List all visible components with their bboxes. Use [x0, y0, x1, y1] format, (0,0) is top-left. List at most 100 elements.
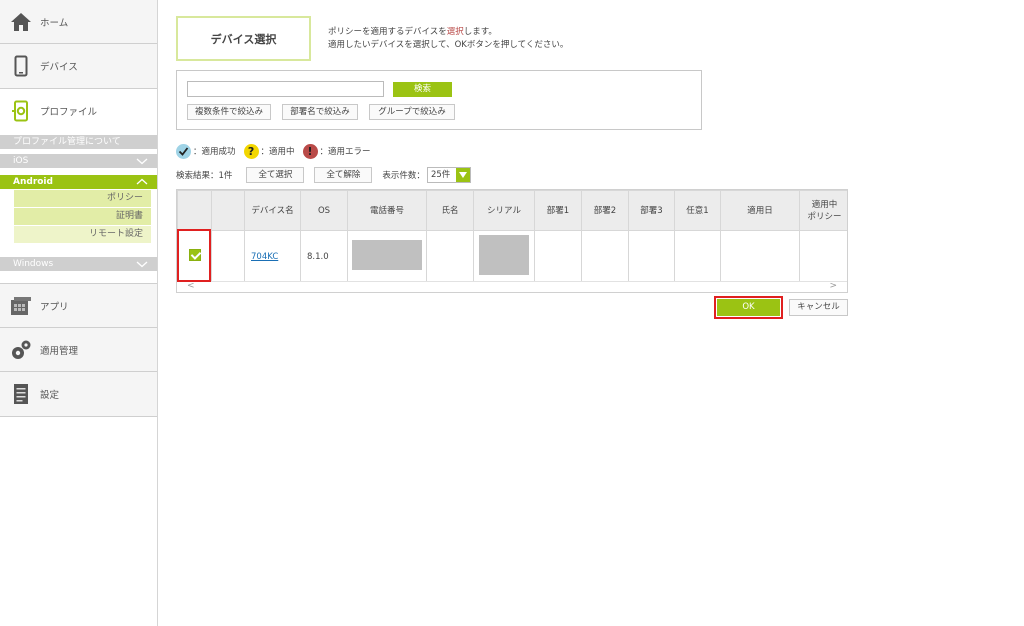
per-page-label: 表示件数： [382, 170, 425, 181]
status-legend: ：適用成功 ? ：適用中 ! ：適用エラー [176, 143, 379, 159]
sidebar-item-label: ホーム [40, 17, 69, 29]
gears-icon [10, 339, 32, 361]
sidebar-group-label: Android [13, 177, 53, 187]
chevron-down-icon [136, 158, 148, 165]
search-panel: 検索 複数条件で絞込み 部署名で絞込み グループで絞込み [176, 70, 702, 130]
table-row: 704KC 8.1.0 [177, 230, 847, 283]
os-cell: 8.1.0 [300, 230, 348, 283]
legend-label: ：適用成功 [193, 147, 236, 157]
document-list-icon [10, 383, 32, 405]
applied-policy-cell [799, 230, 847, 283]
table-header-row: デバイス名 OS 電話番号 氏名 シリアル 部署1 部署2 部署3 任意1 適用… [177, 190, 847, 231]
column-header [211, 190, 245, 231]
main-content: デバイス選択 ポリシーを適用するデバイスを選択します。 適用したいデバイスを選択… [158, 0, 1024, 626]
sidebar-item-remote-settings[interactable]: リモート設定 [14, 226, 151, 243]
sidebar-item-app[interactable]: アプリ [0, 283, 157, 328]
column-header-applied-date[interactable]: 適用日 [720, 190, 800, 231]
sidebar-group-label: iOS [13, 156, 29, 166]
sidebar-item-label: 適用管理 [40, 345, 79, 357]
device-name-link[interactable]: 704KC [251, 252, 278, 262]
column-header [177, 190, 212, 231]
smartphone-icon [10, 55, 32, 77]
page-title: デバイス選択 [176, 16, 311, 61]
home-icon [10, 11, 32, 33]
per-page-value: 25件 [430, 169, 451, 180]
legend-label: ：適用エラー [319, 147, 371, 157]
column-header-opt1[interactable]: 任意1 [674, 190, 721, 231]
column-header-serial[interactable]: シリアル [473, 190, 535, 231]
search-button[interactable]: 検索 [393, 82, 452, 97]
app-grid-icon [10, 295, 32, 317]
name-cell [426, 230, 474, 283]
instructions-highlight: 選択 [446, 27, 464, 37]
redacted-serial [479, 235, 529, 275]
column-header-phone[interactable]: 電話番号 [347, 190, 427, 231]
legend-error: ! ：適用エラー [302, 143, 371, 159]
legend-label: ：適用中 [260, 147, 295, 157]
cancel-button[interactable]: キャンセル [789, 299, 848, 316]
sidebar: ホーム デバイス プロファイル プロファイル管理について iOS Android… [0, 0, 158, 626]
profile-device-gear-icon [10, 100, 32, 122]
sidebar-item-policy[interactable]: ポリシー [14, 190, 151, 207]
sidebar-item-label: アプリ [40, 301, 69, 313]
filter-multiple-conditions-button[interactable]: 複数条件で絞込み [187, 104, 271, 120]
dept1-cell [534, 230, 582, 283]
sidebar-item-certificate[interactable]: 証明書 [14, 208, 151, 225]
column-header-dept3[interactable]: 部署3 [628, 190, 675, 231]
horizontal-scrollbar[interactable]: < > [177, 281, 847, 292]
select-all-button[interactable]: 全て選択 [246, 166, 305, 183]
table-toolbar: 検索結果：1件 全て選択 全て解除 表示件数： 25件 [176, 166, 472, 183]
question-icon: ? [243, 143, 259, 159]
sidebar-group-label: Windows [13, 259, 54, 269]
exclamation-icon: ! [302, 143, 318, 159]
legend-success: ：適用成功 [176, 143, 236, 159]
serial-cell [473, 230, 535, 283]
phone-cell [347, 230, 427, 283]
sidebar-item-apply-management[interactable]: 適用管理 [0, 328, 157, 372]
sidebar-item-about-profile[interactable]: プロファイル管理について [0, 135, 157, 149]
column-header-applied-policy[interactable]: 適用中 ポリシー [799, 190, 847, 231]
legend-in-progress: ? ：適用中 [243, 143, 295, 159]
status-cell [211, 230, 245, 283]
filter-group-button[interactable]: グループで絞込み [369, 104, 455, 120]
instructions: ポリシーを適用するデバイスを選択します。 適用したいデバイスを選択して、OKボタ… [328, 26, 568, 52]
column-header-dept2[interactable]: 部署2 [581, 190, 629, 231]
sidebar-item-settings[interactable]: 設定 [0, 372, 157, 417]
deselect-all-button[interactable]: 全て解除 [314, 166, 373, 183]
applied-date-cell [720, 230, 800, 283]
column-header-name[interactable]: 氏名 [426, 190, 474, 231]
redacted-phone [352, 240, 422, 270]
filter-department-button[interactable]: 部署名で絞込み [282, 104, 358, 120]
scroll-left-icon[interactable]: < [187, 281, 195, 291]
column-header-dept1[interactable]: 部署1 [534, 190, 582, 231]
sidebar-group-android[interactable]: Android [0, 175, 157, 189]
sidebar-item-label: プロファイル [40, 107, 98, 118]
result-count: 検索結果：1件 [176, 170, 233, 181]
dept3-cell [628, 230, 675, 283]
chevron-up-icon [136, 178, 148, 185]
sidebar-group-ios[interactable]: iOS [0, 154, 157, 168]
device-table: デバイス名 OS 電話番号 氏名 シリアル 部署1 部署2 部署3 任意1 適用… [176, 189, 848, 293]
sidebar-item-device[interactable]: デバイス [0, 44, 157, 89]
dept2-cell [581, 230, 629, 283]
instructions-text: 適用したいデバイスを選択して、OKボタンを押してください。 [328, 40, 569, 50]
instructions-text: ポリシーを適用するデバイスを [328, 27, 447, 37]
sidebar-item-label: デバイス [40, 62, 78, 73]
sidebar-item-label: 設定 [40, 390, 60, 401]
sidebar-item-home[interactable]: ホーム [0, 0, 157, 44]
column-header-os[interactable]: OS [300, 190, 348, 231]
instructions-text: します。 [463, 27, 497, 37]
sidebar-group-windows[interactable]: Windows [0, 257, 157, 271]
chevron-down-icon [136, 261, 148, 268]
row-checkbox[interactable] [188, 249, 201, 261]
device-name-cell: 704KC [244, 230, 301, 283]
per-page-select[interactable]: 25件 [426, 166, 472, 183]
check-icon [176, 143, 191, 159]
row-checkbox-cell [177, 230, 212, 283]
sidebar-item-profile[interactable]: プロファイル [0, 89, 157, 133]
ok-button[interactable]: OK [717, 299, 780, 316]
opt1-cell [674, 230, 721, 283]
scroll-right-icon[interactable]: > [829, 281, 837, 291]
column-header-device-name[interactable]: デバイス名 [244, 190, 301, 231]
search-input[interactable] [187, 81, 384, 97]
